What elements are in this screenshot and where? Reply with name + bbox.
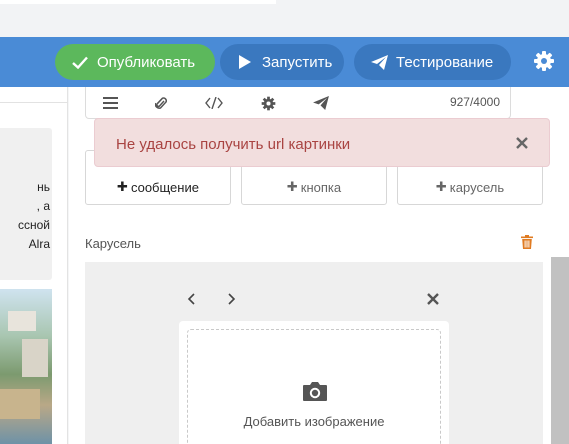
close-slide-icon[interactable] — [426, 292, 440, 306]
character-counter: 927/4000 — [449, 95, 500, 109]
preview-text-line: , а — [36, 199, 50, 213]
carousel-slide: Добавить изображение — [179, 321, 449, 444]
error-alert: Не удалось получить url картинки — [94, 118, 550, 167]
paper-plane-icon — [368, 53, 390, 71]
plus-icon: ✚ — [435, 179, 447, 194]
add-message-label: сообщение — [130, 180, 199, 195]
run-button[interactable]: Запустить — [220, 44, 344, 80]
close-alert-icon[interactable] — [515, 136, 529, 150]
code-icon[interactable] — [205, 95, 223, 111]
run-button-label: Запустить — [262, 53, 333, 71]
publish-button-label: Опубликовать — [97, 53, 196, 71]
preview-text-line: нь — [37, 180, 50, 194]
checkmark-icon — [69, 53, 91, 71]
carousel-editor: Добавить изображение — [85, 262, 543, 444]
menu-icon[interactable] — [101, 95, 119, 111]
test-button[interactable]: Тестирование — [354, 44, 511, 80]
settings-gear-icon[interactable] — [533, 50, 555, 72]
chevron-left-icon[interactable] — [185, 292, 199, 306]
plus-icon: ✚ — [286, 179, 298, 194]
header-bar: Опубликовать Запустить Тестирование — [0, 37, 569, 87]
preview-text-line: Alra — [28, 237, 50, 251]
play-icon — [234, 53, 256, 71]
image-dropzone[interactable]: Добавить изображение — [187, 329, 441, 444]
paperclip-icon[interactable] — [152, 95, 170, 111]
camera-icon — [302, 380, 328, 402]
add-button-label: кнопка — [300, 180, 342, 195]
preview-photo — [0, 289, 52, 444]
plus-icon: ✚ — [117, 179, 128, 194]
browser-top-strip — [0, 0, 569, 37]
left-divider — [0, 87, 68, 103]
chevron-right-icon[interactable] — [224, 292, 238, 306]
left-preview-panel: нь , а ссной Alra — [0, 87, 68, 444]
test-button-label: Тестирование — [396, 53, 494, 71]
publish-button[interactable]: Опубликовать — [55, 44, 215, 80]
add-carousel-label: карусель — [449, 180, 505, 195]
add-image-label: Добавить изображение — [243, 414, 385, 429]
scrollbar[interactable] — [551, 257, 569, 444]
message-toolbar: 927/4000 — [85, 87, 511, 119]
preview-text-line: ссной — [17, 218, 50, 232]
trash-icon[interactable] — [521, 235, 535, 251]
top-tab — [0, 0, 276, 4]
error-message: Не удалось получить url картинки — [116, 136, 351, 153]
carousel-section-title: Карусель — [85, 236, 141, 251]
preview-message-card: нь , а ссной Alra — [0, 128, 52, 280]
gear-icon[interactable] — [259, 95, 277, 111]
send-icon[interactable] — [312, 95, 330, 111]
